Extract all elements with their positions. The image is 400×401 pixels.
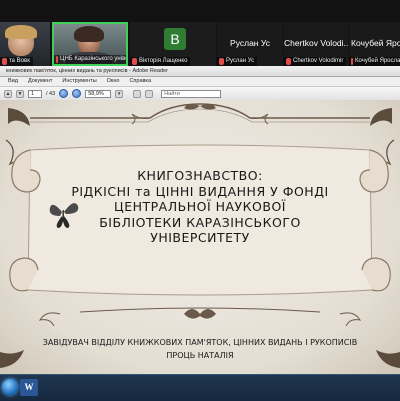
slide-title: КНИГОЗНАВСТВО: РІДКІСНІ та ЦІННІ ВИДАННЯ… — [60, 168, 340, 246]
participant-strip: та Вовк ЦНБ Каразінського універ... В Ві… — [0, 0, 400, 66]
participant-name: Руслан Ус — [217, 57, 258, 66]
slide-title-line: КНИГОЗНАВСТВО: — [137, 168, 263, 183]
slide-title-line: РІДКІСНІ та ЦІННІ ВИДАННЯ У ФОНДІ — [71, 183, 329, 199]
participant-name: Chertkov Volodimir — [284, 57, 347, 66]
taskbar: W — [0, 374, 400, 401]
participant-tile-video[interactable]: та Вовк — [0, 22, 50, 66]
word-icon[interactable]: W — [20, 379, 38, 396]
slide-title-line: УНІВЕРСИТЕТУ — [150, 230, 250, 245]
participant-name: ЦНБ Каразінського універ... — [54, 55, 126, 64]
slide-title-line: ЦЕНТРАЛЬНОЇ НАУКОВОЇ — [114, 199, 286, 214]
muted-mic-icon — [2, 58, 7, 65]
muted-mic-icon — [286, 58, 291, 65]
participant-tile[interactable]: Кочубей Яросл... Кочубей Ярослав — [349, 22, 400, 66]
reader-toolbar: ▲ ▼ 1 / 43 58,9% ▾ Найти — [0, 87, 400, 101]
menu-item-document[interactable]: Документ — [28, 77, 52, 86]
muted-mic-icon — [219, 58, 224, 65]
muted-mic-icon — [132, 58, 137, 65]
participant-hair — [74, 26, 104, 42]
page-number-input[interactable]: 1 — [28, 89, 42, 98]
menu-item-help[interactable]: Справка — [129, 77, 151, 86]
zoom-out-icon[interactable] — [59, 89, 69, 98]
participant-tile-active-speaker[interactable]: ЦНБ Каразінського універ... — [52, 22, 128, 66]
participant-tile[interactable]: В Вікторія Лащенко — [130, 22, 216, 66]
reader-title-bar: книжкових пам'яток, цінних видань та рук… — [0, 66, 400, 77]
participant-caption: Chertkov Volodi... — [284, 38, 348, 48]
next-page-button[interactable]: ▼ — [16, 89, 24, 98]
fit-page-icon[interactable] — [145, 89, 154, 98]
zoom-dropdown-icon[interactable]: ▾ — [115, 89, 124, 98]
previous-page-button[interactable]: ▲ — [4, 89, 12, 98]
participant-name: та Вовк — [0, 57, 33, 66]
reader-menu-bar: Вид Документ Инструменты Окно Справка — [0, 77, 400, 87]
participant-hair — [5, 25, 37, 39]
menu-item-view[interactable]: Вид — [8, 77, 18, 86]
muted-mic-icon — [351, 58, 353, 65]
save-icon[interactable] — [133, 89, 142, 98]
muted-mic-icon — [56, 56, 58, 63]
zoom-select[interactable]: 58,9% — [85, 89, 112, 98]
shared-screen: книжкових пам'яток, цінних видань та рук… — [0, 66, 400, 374]
windows-start-icon[interactable] — [2, 379, 18, 395]
participant-tile[interactable]: Chertkov Volodi... Chertkov Volodimir — [284, 22, 348, 66]
participant-name: Кочубей Ярослав — [349, 57, 400, 66]
slide-subtitle-line: ЗАВІДУВАЧ ВІДДІЛУ КНИЖКОВИХ ПАМ'ЯТОК, ЦІ… — [42, 338, 358, 347]
slide-subtitle: ЗАВІДУВАЧ ВІДДІЛУ КНИЖКОВИХ ПАМ'ЯТОК, ЦІ… — [10, 336, 390, 362]
find-input[interactable]: Найти — [161, 89, 222, 98]
menu-item-tools[interactable]: Инструменты — [62, 77, 96, 86]
slide-subtitle-line: ПРОЦЬ НАТАЛІЯ — [166, 351, 234, 360]
zoom-in-icon[interactable] — [72, 89, 82, 98]
participant-caption: Кочубей Яросл... — [351, 38, 400, 48]
slide-title-line: БІБЛІОТЕКИ КАРАЗІНСЬКОГО — [99, 214, 301, 230]
participant-avatar: В — [164, 28, 186, 50]
presentation-slide: КНИГОЗНАВСТВО: РІДКІСНІ та ЦІННІ ВИДАННЯ… — [0, 100, 400, 374]
participant-caption: Руслан Ус — [230, 38, 270, 48]
participant-tile[interactable]: Руслан Ус Руслан Ус — [217, 22, 283, 66]
participant-name: Вікторія Лащенко — [130, 57, 191, 66]
reader-window-title: книжкових пам'яток, цінних видань та рук… — [6, 68, 168, 74]
menu-item-window[interactable]: Окно — [107, 77, 120, 86]
page-total: / 43 — [46, 90, 56, 97]
